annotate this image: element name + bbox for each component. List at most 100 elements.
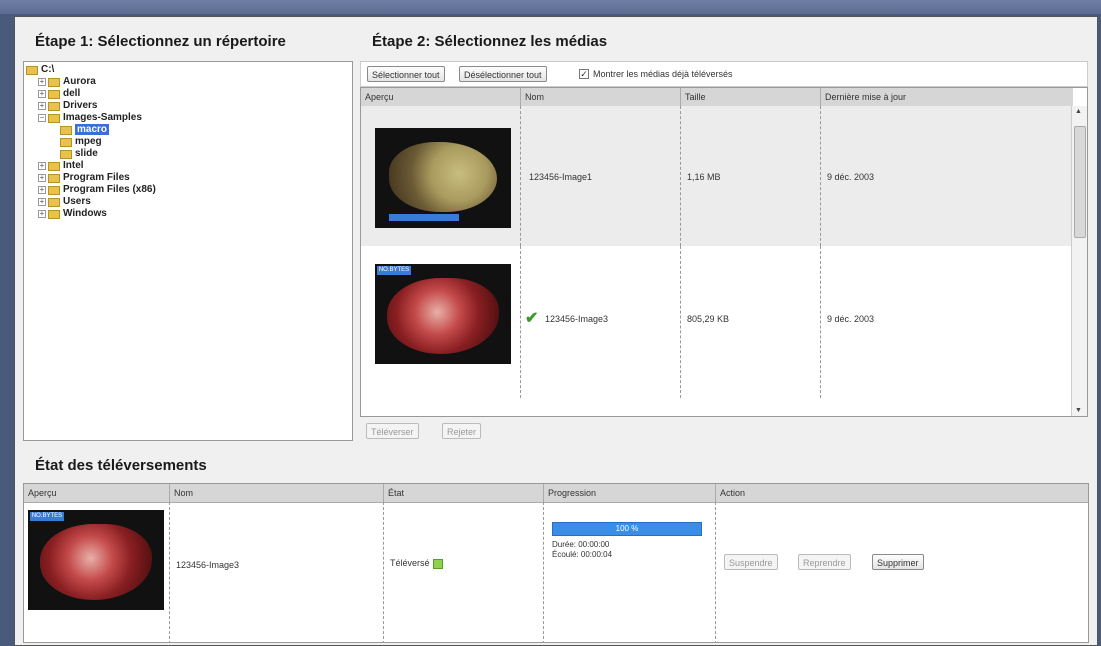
tree-node[interactable]: − Images-Samples [26, 112, 352, 124]
media-size-2: 805,29 KB [687, 314, 730, 324]
tree-node-label: Windows [63, 208, 107, 219]
media-row-2[interactable]: NO.BYTES ✔ 123456-Image3 805,29 KB 9 déc… [361, 246, 1073, 398]
media-table-header: Aperçu Nom Taille Dernière mise à jour [361, 88, 1073, 107]
step2-title: Étape 2: Sélectionnez les médias [372, 33, 608, 50]
step1-title: Étape 1: Sélectionnez un répertoire [35, 33, 286, 50]
media-row-1[interactable]: 123456-Image1 1,16 MB 9 déc. 2003 [361, 106, 1073, 246]
reject-button[interactable]: Rejeter [442, 423, 482, 439]
upload-button[interactable]: Téléverser [366, 423, 419, 439]
folder-icon [48, 89, 60, 99]
upload-progress-bar: 100 % [552, 522, 702, 536]
tree-node-label: Program Files (x86) [63, 184, 156, 195]
media-scrollbar[interactable]: ▲ ▼ [1071, 106, 1087, 416]
media-updated-2: 9 déc. 2003 [827, 314, 875, 324]
upload-name: 123456-Image3 [176, 560, 240, 570]
media-panel: Étape 2: Sélectionnez les médias Sélecti… [360, 23, 1088, 441]
specimen-thumbnail-2: NO.BYTES [375, 264, 511, 364]
deselect-all-button[interactable]: Désélectionner tout [459, 66, 547, 82]
tree-node-label: C:\ [41, 64, 55, 75]
tree-node-label: macro [75, 124, 110, 135]
scroll-thumb[interactable] [1074, 126, 1086, 238]
tree-node-label: Users [63, 196, 91, 207]
upload-duration: Durée: 00:00:00 [552, 540, 610, 549]
tree-node-label: mpeg [75, 136, 102, 147]
ucol-action[interactable]: Action [716, 484, 1088, 502]
tree-node[interactable]: + Users [26, 196, 352, 208]
directory-panel: Étape 1: Sélectionnez un répertoire C:\ +… [23, 23, 353, 441]
folder-icon [48, 209, 60, 219]
tree-node-label: dell [63, 88, 81, 99]
media-actions: Téléverser Rejeter [360, 419, 1088, 441]
folder-icon [48, 113, 60, 123]
tree-node[interactable]: + Windows [26, 208, 352, 220]
resume-button[interactable]: Reprendre [798, 554, 851, 570]
media-updated-1: 9 déc. 2003 [827, 172, 875, 182]
col-name[interactable]: Nom [521, 88, 681, 106]
folder-icon [48, 173, 60, 183]
tree-node-label: Drivers [63, 100, 98, 111]
media-toolbar: Sélectionner tout Désélectionner tout ✓ … [360, 61, 1088, 87]
expand-icon[interactable]: + [38, 90, 46, 98]
folder-icon [48, 185, 60, 195]
uploaded-check-icon: ✔ [525, 310, 539, 327]
col-preview[interactable]: Aperçu [361, 88, 521, 106]
tree-node-label: Program Files [63, 172, 130, 183]
tree-node[interactable]: slide [26, 148, 352, 160]
tree-node[interactable]: + Program Files (x86) [26, 184, 352, 196]
window-title-bar [0, 0, 1101, 14]
tree-node[interactable]: + Drivers [26, 100, 352, 112]
upload-elapsed: Écoulé: 00:00:04 [552, 550, 613, 559]
media-preview-1 [361, 106, 521, 246]
tree-node[interactable]: + Aurora [26, 76, 352, 88]
suspend-button[interactable]: Suspendre [724, 554, 778, 570]
tree-node[interactable]: + Intel [26, 160, 352, 172]
collapse-icon[interactable]: − [38, 114, 46, 122]
folder-icon [60, 137, 72, 147]
specimen-thumbnail-1 [375, 128, 511, 228]
directory-tree[interactable]: C:\ + Aurora + dell + Drivers − Images-Samples ma… [23, 61, 353, 441]
uploads-table-header: Aperçu Nom État Progression Action [24, 484, 1088, 503]
tree-node[interactable]: + dell [26, 88, 352, 100]
tree-node[interactable]: C:\ [26, 64, 352, 76]
tree-node[interactable]: mpeg [26, 136, 352, 148]
expand-icon[interactable]: + [38, 186, 46, 194]
tree-node-label: Intel [63, 160, 84, 171]
media-name-1: 123456-Image1 [529, 172, 593, 182]
show-uploaded-label: Montrer les médias déjà téléversés [593, 69, 733, 79]
tree-node[interactable]: + Program Files [26, 172, 352, 184]
folder-icon [48, 77, 60, 87]
folder-icon [48, 101, 60, 111]
ucol-preview[interactable]: Aperçu [24, 484, 170, 502]
ucol-name[interactable]: Nom [170, 484, 384, 502]
scroll-up-icon[interactable]: ▲ [1075, 108, 1082, 115]
expand-icon[interactable]: + [38, 162, 46, 170]
expand-icon[interactable]: + [38, 78, 46, 86]
ucol-progress[interactable]: Progression [544, 484, 716, 502]
folder-icon [60, 125, 72, 135]
col-size[interactable]: Taille [681, 88, 821, 106]
folder-icon [60, 149, 72, 159]
tree-node[interactable]: macro [26, 124, 352, 136]
upload-row: NO.BYTES 123456-Image3 Téléversé 100 % D… [24, 502, 924, 642]
upload-thumbnail: NO.BYTES [28, 510, 164, 610]
show-uploaded-checkbox[interactable]: ✓ [579, 69, 589, 79]
ucol-status[interactable]: État [384, 484, 544, 502]
status-ok-icon [432, 558, 443, 569]
media-preview-2: NO.BYTES [361, 246, 521, 398]
expand-icon[interactable]: + [38, 198, 46, 206]
delete-button[interactable]: Supprimer [872, 554, 924, 570]
col-updated[interactable]: Dernière mise à jour [821, 88, 1073, 106]
folder-icon [48, 161, 60, 171]
media-upload-window: Étape 1: Sélectionnez un répertoire C:\ +… [14, 16, 1098, 646]
expand-icon[interactable]: + [38, 102, 46, 110]
expand-icon[interactable]: + [38, 174, 46, 182]
scroll-down-icon[interactable]: ▼ [1075, 407, 1082, 414]
expand-icon[interactable]: + [38, 210, 46, 218]
folder-icon [48, 197, 60, 207]
uploads-panel: État des téléversements Aperçu Nom État … [23, 447, 1089, 643]
select-all-button[interactable]: Sélectionner tout [367, 66, 445, 82]
folder-icon [26, 65, 38, 75]
upload-status: Téléversé [390, 558, 443, 569]
tree-node-label: Aurora [63, 76, 96, 87]
uploads-title: État des téléversements [35, 457, 207, 474]
